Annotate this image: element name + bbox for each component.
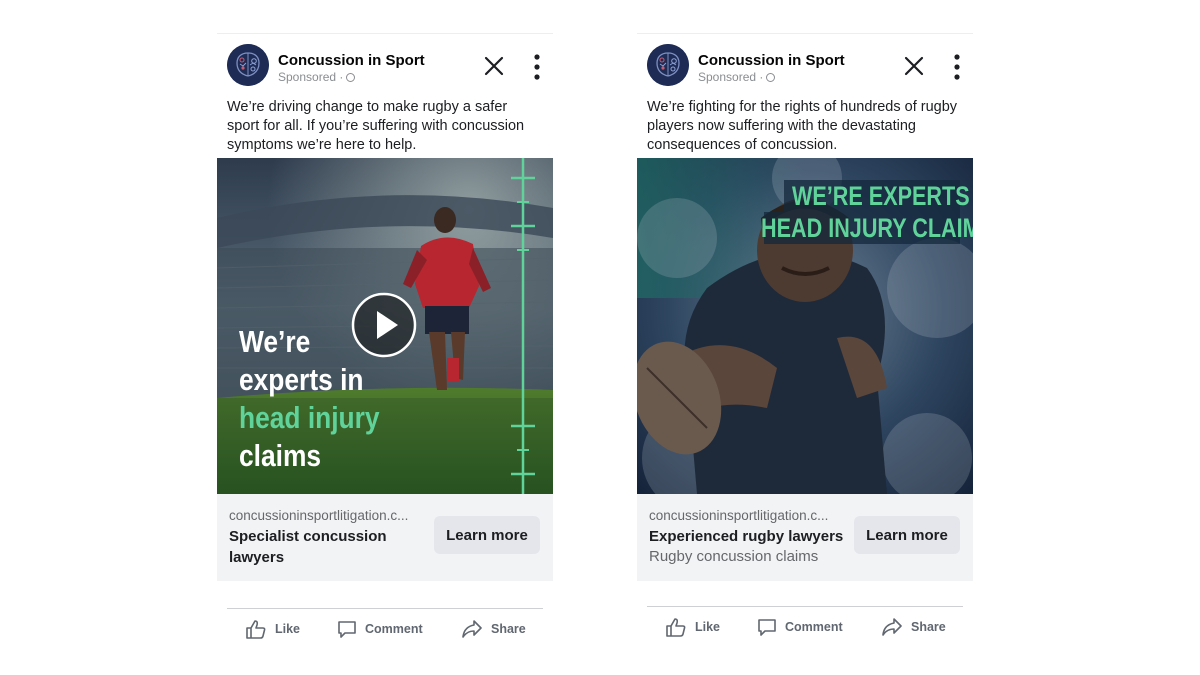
thumbs-up-icon xyxy=(666,618,686,637)
more-options-icon xyxy=(534,54,540,80)
comment-icon xyxy=(338,621,356,638)
ad-header: Concussion in Sport Sponsored · xyxy=(637,34,973,94)
overlay-line-3: head injury xyxy=(239,400,380,435)
link-description: Rugby concussion claims xyxy=(649,548,819,565)
page-avatar[interactable] xyxy=(647,44,689,86)
page-avatar[interactable] xyxy=(227,44,269,86)
post-actions: Like Comment Share xyxy=(647,606,963,647)
link-preview[interactable]: concussioninsportlitigation.c... Experie… xyxy=(637,494,973,581)
globe-icon xyxy=(766,73,776,82)
sponsored-text: Sponsored · xyxy=(698,70,764,84)
overlay-line-1: We’re xyxy=(239,324,311,359)
comment-button[interactable]: Comment xyxy=(337,619,423,639)
brain-logo-icon xyxy=(647,44,689,86)
link-domain: concussioninsportlitigation.c... xyxy=(649,508,829,523)
post-actions: Like Comment Share xyxy=(227,608,543,649)
close-button[interactable] xyxy=(904,56,924,76)
share-button[interactable]: Share xyxy=(881,617,946,637)
close-icon xyxy=(484,56,504,76)
sponsored-label: Sponsored · xyxy=(698,70,776,84)
share-label: Share xyxy=(491,622,526,636)
share-icon xyxy=(462,620,482,638)
overlay-line-2: HEAD INJURY CLAIMS xyxy=(761,213,973,243)
thumbs-up-icon xyxy=(246,620,266,639)
sponsored-text: Sponsored · xyxy=(278,70,344,84)
post-caption: We’re fighting for the rights of hundred… xyxy=(647,99,958,153)
link-headline: Experienced rugby lawyers xyxy=(649,528,844,545)
comment-label: Comment xyxy=(365,622,423,636)
more-options-button[interactable] xyxy=(951,54,963,80)
like-label: Like xyxy=(695,620,721,634)
link-domain: concussioninsportlitigation.c... xyxy=(229,508,409,523)
like-label: Like xyxy=(275,622,301,636)
ad-card-2: Concussion in Sport Sponsored · We’re fi… xyxy=(637,33,973,637)
share-icon xyxy=(882,618,902,636)
like-button[interactable]: Like xyxy=(245,619,300,639)
link-headline: Specialist concussion lawyers xyxy=(229,528,387,566)
more-options-icon xyxy=(954,54,960,80)
overlay-line-1: WE’RE EXPERTS IN xyxy=(792,181,973,211)
sponsored-label: Sponsored · xyxy=(278,70,356,84)
more-options-button[interactable] xyxy=(531,54,543,80)
image-media[interactable]: WE’RE EXPERTS IN HEAD INJURY CLAIMS xyxy=(637,158,973,494)
learn-more-button[interactable]: Learn more xyxy=(434,516,540,554)
close-button[interactable] xyxy=(484,56,504,76)
comment-label: Comment xyxy=(785,620,843,634)
overlay-line-4: claims xyxy=(239,438,322,473)
globe-icon xyxy=(346,73,356,82)
like-button[interactable]: Like xyxy=(665,617,720,637)
page-name[interactable]: Concussion in Sport xyxy=(698,52,845,69)
brain-logo-icon xyxy=(227,44,269,86)
page-name[interactable]: Concussion in Sport xyxy=(278,52,425,69)
play-button[interactable] xyxy=(351,292,417,358)
video-media[interactable]: We’re experts in head injury claims xyxy=(217,158,553,494)
overlay-line-2: experts in xyxy=(239,362,364,397)
ad-card-1: Concussion in Sport Sponsored · We’re dr… xyxy=(217,33,553,639)
share-button[interactable]: Share xyxy=(461,619,526,639)
post-caption: We’re driving change to make rugby a saf… xyxy=(227,99,525,153)
comment-icon xyxy=(758,619,776,636)
play-icon xyxy=(351,292,417,358)
share-label: Share xyxy=(911,620,946,634)
link-preview[interactable]: concussioninsportlitigation.c... Special… xyxy=(217,494,553,581)
close-icon xyxy=(904,56,924,76)
learn-more-button[interactable]: Learn more xyxy=(854,516,960,554)
ad-header: Concussion in Sport Sponsored · xyxy=(217,34,553,94)
comment-button[interactable]: Comment xyxy=(757,617,843,637)
